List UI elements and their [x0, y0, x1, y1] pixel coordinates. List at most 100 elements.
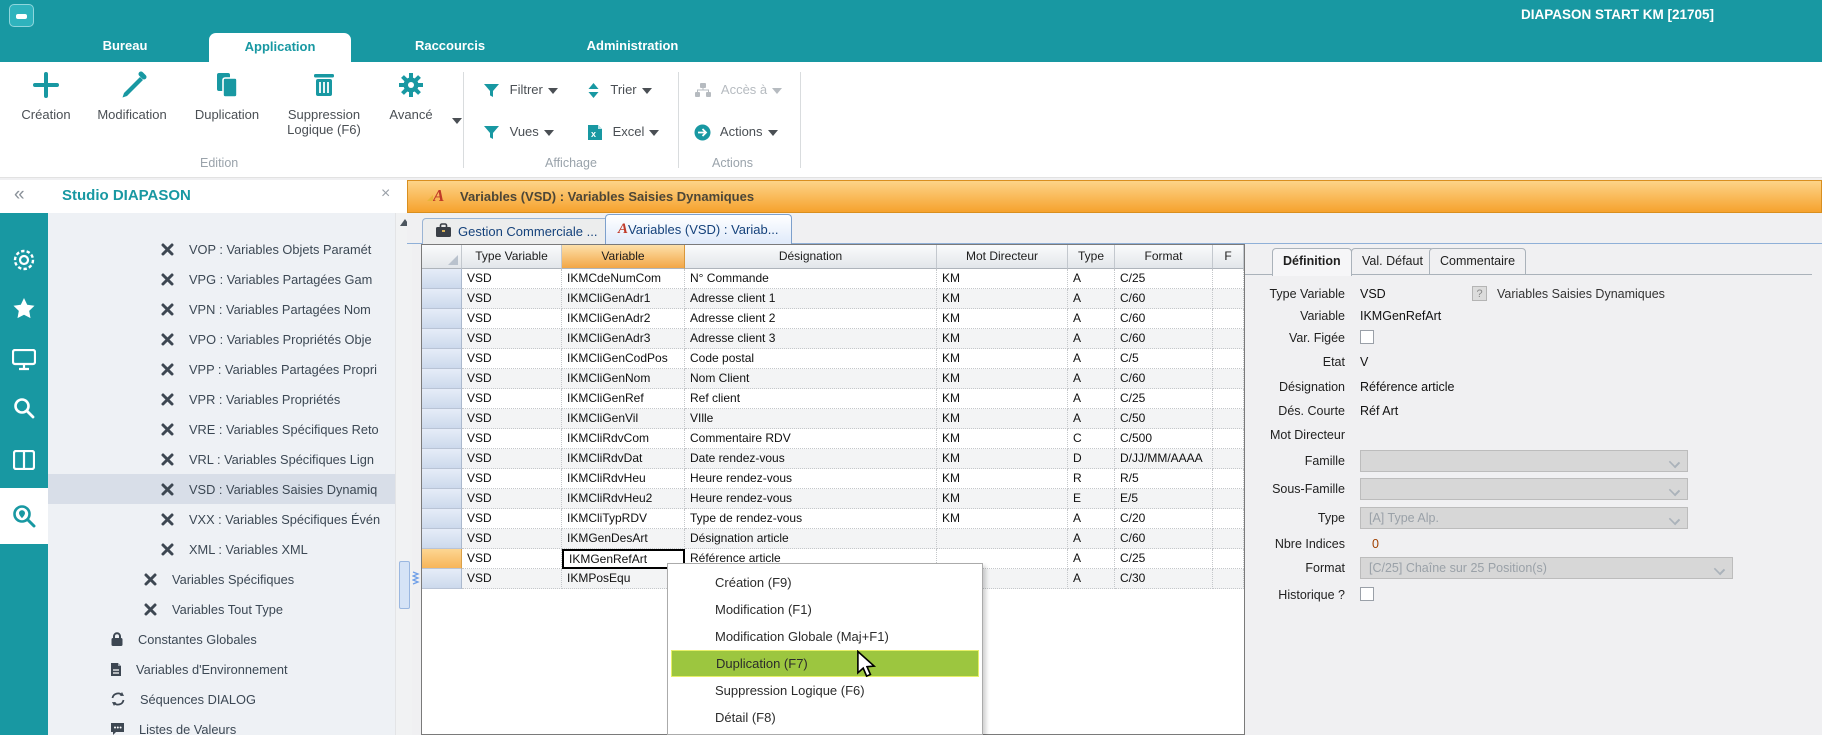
cell-designation[interactable]: Adresse client 2	[685, 309, 937, 329]
cell-extra[interactable]	[1213, 509, 1244, 529]
cell-type_variable[interactable]: VSD	[462, 509, 562, 529]
tree-item[interactable]: Variables Tout Type	[48, 594, 395, 624]
cell-designation[interactable]: Heure rendez-vous	[685, 489, 937, 509]
cell-format[interactable]: C/60	[1115, 309, 1213, 329]
cell-extra[interactable]	[1213, 449, 1244, 469]
tree-item[interactable]: Constantes Globales	[48, 624, 395, 654]
menu-tab-application[interactable]: Application	[209, 33, 351, 62]
cell-mot_directeur[interactable]: KM	[937, 309, 1068, 329]
cell-designation[interactable]: Adresse client 3	[685, 329, 937, 349]
context-menu-item[interactable]: Modification (F1)	[671, 596, 979, 623]
help-button[interactable]: ?	[1472, 286, 1487, 301]
cell-format[interactable]: E/5	[1115, 489, 1213, 509]
cell-mot_directeur[interactable]	[937, 529, 1068, 549]
cell-format[interactable]: C/60	[1115, 369, 1213, 389]
search-pin-icon[interactable]	[0, 488, 48, 544]
cell-type[interactable]: C	[1068, 429, 1115, 449]
cell-format[interactable]: C/60	[1115, 329, 1213, 349]
tree-item[interactable]: Variables Spécifiques	[48, 564, 395, 594]
column-header-extra[interactable]: F	[1213, 245, 1244, 269]
cell-extra[interactable]	[1213, 529, 1244, 549]
row-selector[interactable]	[422, 509, 462, 529]
select-all-corner[interactable]	[422, 245, 462, 269]
cell-mot_directeur[interactable]: KM	[937, 349, 1068, 369]
cell-type[interactable]: A	[1068, 549, 1115, 569]
tree-item[interactable]: Séquences DIALOG	[48, 684, 395, 714]
cell-extra[interactable]	[1213, 549, 1244, 569]
row-selector[interactable]	[422, 529, 462, 549]
table-row[interactable]: VSDIKMCliRdvDatDate rendez-vousKMDD/JJ/M…	[422, 449, 1244, 469]
monitor-icon[interactable]	[0, 335, 48, 385]
tree-item[interactable]: Listes de Valeurs	[48, 714, 395, 735]
context-menu-item[interactable]: Création (F9)	[671, 569, 979, 596]
cell-designation[interactable]: Type de rendez-vous	[685, 509, 937, 529]
historique-checkbox[interactable]	[1360, 587, 1374, 601]
cell-designation[interactable]: Nom Client	[685, 369, 937, 389]
tree-item[interactable]: VOP : Variables Objets Paramét	[48, 234, 395, 264]
row-selector[interactable]	[422, 269, 462, 289]
cell-type[interactable]: R	[1068, 469, 1115, 489]
row-selector[interactable]	[422, 369, 462, 389]
table-row[interactable]: VSDIKMCdeNumComN° CommandeKMAC/25	[422, 269, 1244, 289]
cell-format[interactable]: R/5	[1115, 469, 1213, 489]
creation-button[interactable]: Création	[14, 70, 78, 122]
excel-button[interactable]: x Excel	[586, 120, 659, 144]
cell-type_variable[interactable]: VSD	[462, 349, 562, 369]
table-row[interactable]: VSDIKMCliGenAdr2Adresse client 2KMAC/60	[422, 309, 1244, 329]
cell-mot_directeur[interactable]: KM	[937, 409, 1068, 429]
tree-item[interactable]: VRL : Variables Spécifiques Lign	[48, 444, 395, 474]
tree-item[interactable]: VPG : Variables Partagées Gam	[48, 264, 395, 294]
suppression-logique-button[interactable]: Suppression Logique (F6)	[280, 70, 368, 137]
column-header-format[interactable]: Format	[1115, 245, 1213, 269]
cell-type_variable[interactable]: VSD	[462, 289, 562, 309]
scrollbar-thumb[interactable]	[399, 561, 410, 609]
cell-extra[interactable]	[1213, 489, 1244, 509]
cell-type[interactable]: A	[1068, 409, 1115, 429]
filtrer-button[interactable]: Filtrer	[483, 78, 558, 102]
cell-mot_directeur[interactable]: KM	[937, 429, 1068, 449]
cell-type[interactable]: A	[1068, 389, 1115, 409]
cell-designation[interactable]: Heure rendez-vous	[685, 469, 937, 489]
actions-button[interactable]: Actions	[694, 120, 778, 144]
row-selector[interactable]	[422, 489, 462, 509]
row-selector[interactable]	[422, 569, 462, 589]
cell-mot_directeur[interactable]: KM	[937, 489, 1068, 509]
cell-format[interactable]: C/500	[1115, 429, 1213, 449]
cell-designation[interactable]: Ref client	[685, 389, 937, 409]
cell-format[interactable]: C/60	[1115, 289, 1213, 309]
row-selector[interactable]	[422, 329, 462, 349]
cell-designation[interactable]: N° Commande	[685, 269, 937, 289]
cell-type[interactable]: A	[1068, 329, 1115, 349]
cell-variable[interactable]: IKMCliRdvDat	[562, 449, 685, 469]
cell-mot_directeur[interactable]: KM	[937, 269, 1068, 289]
cell-type_variable[interactable]: VSD	[462, 389, 562, 409]
table-row[interactable]: VSDIKMCliRdvComCommentaire RDVKMCC/500	[422, 429, 1244, 449]
cell-extra[interactable]	[1213, 309, 1244, 329]
cell-extra[interactable]	[1213, 329, 1244, 349]
column-header-variable[interactable]: Variable	[562, 245, 685, 269]
var-figee-checkbox[interactable]	[1360, 330, 1374, 344]
cell-format[interactable]: C/25	[1115, 389, 1213, 409]
column-header-mot_directeur[interactable]: Mot Directeur	[937, 245, 1068, 269]
cell-type[interactable]: A	[1068, 349, 1115, 369]
cell-type[interactable]: D	[1068, 449, 1115, 469]
cell-extra[interactable]	[1213, 349, 1244, 369]
avance-caret-icon[interactable]	[452, 118, 462, 124]
cell-variable[interactable]: IKMCliGenVil	[562, 409, 685, 429]
cell-type_variable[interactable]: VSD	[462, 529, 562, 549]
tree-scrollbar[interactable]	[395, 213, 412, 735]
columns-icon[interactable]	[0, 435, 48, 485]
tree-item[interactable]: VSD : Variables Saisies Dynamiq	[48, 474, 395, 504]
tree-item[interactable]: VPN : Variables Partagées Nom	[48, 294, 395, 324]
cell-format[interactable]: C/25	[1115, 269, 1213, 289]
row-selector[interactable]	[422, 389, 462, 409]
duplication-button[interactable]: Duplication	[186, 70, 268, 122]
cell-variable[interactable]: IKMCliGenNom	[562, 369, 685, 389]
cell-type[interactable]: A	[1068, 569, 1115, 589]
row-selector[interactable]	[422, 309, 462, 329]
cell-mot_directeur[interactable]: KM	[937, 449, 1068, 469]
table-row[interactable]: VSDIKMCliGenAdr1Adresse client 1KMAC/60	[422, 289, 1244, 309]
cell-mot_directeur[interactable]: KM	[937, 389, 1068, 409]
cell-designation[interactable]: Date rendez-vous	[685, 449, 937, 469]
cell-type_variable[interactable]: VSD	[462, 329, 562, 349]
